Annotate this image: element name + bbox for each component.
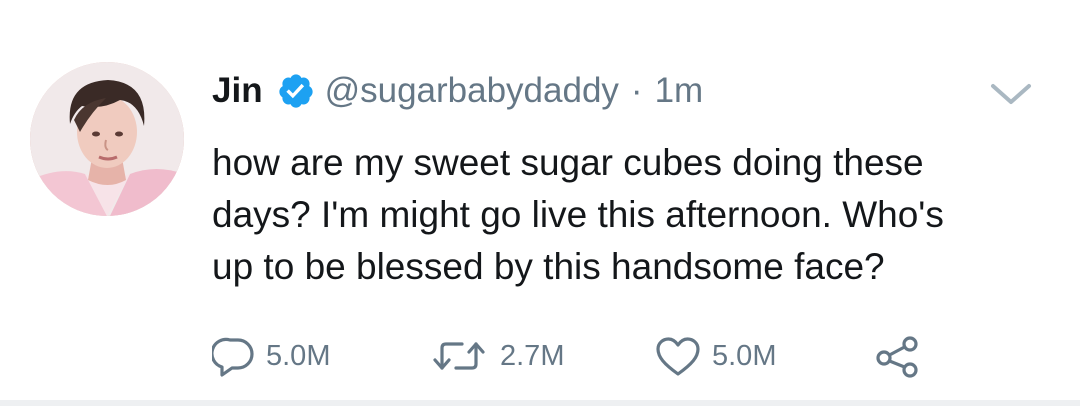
- tweet-text: how are my sweet sugar cubes doing these…: [212, 137, 1042, 293]
- reply-icon: [212, 337, 254, 377]
- tweet-text-line: days? I'm might go live this afternoon. …: [212, 194, 944, 235]
- verified-badge-icon: [277, 72, 315, 110]
- divider: [0, 400, 1080, 406]
- separator-dot: ·: [630, 71, 643, 110]
- avatar-photo: [30, 62, 184, 216]
- timestamp[interactable]: 1m: [655, 71, 704, 111]
- retweet-button[interactable]: 2.7M: [430, 332, 564, 380]
- share-icon: [876, 336, 918, 378]
- avatar[interactable]: [30, 62, 184, 216]
- retweet-count: 2.7M: [500, 339, 565, 372]
- like-count: 5.0M: [712, 339, 777, 372]
- tweet-text-line: how are my sweet sugar cubes doing these: [212, 142, 924, 183]
- tweet-header: Jin @sugarbabydaddy · 1m: [212, 68, 703, 114]
- reply-button[interactable]: 5.0M: [212, 332, 330, 380]
- retweet-icon: [433, 342, 485, 370]
- share-button[interactable]: [874, 332, 922, 380]
- heart-icon: [656, 337, 700, 376]
- reply-count: 5.0M: [266, 339, 331, 372]
- display-name[interactable]: Jin: [212, 71, 263, 111]
- user-handle[interactable]: @sugarbabydaddy: [325, 71, 619, 111]
- tweet-text-line: up to be blessed by this handsome face?: [212, 246, 885, 287]
- tweet-card[interactable]: Jin @sugarbabydaddy · 1m how are my swee…: [0, 0, 1080, 406]
- chevron-down-icon[interactable]: [988, 80, 1034, 108]
- like-button[interactable]: 5.0M: [654, 332, 776, 380]
